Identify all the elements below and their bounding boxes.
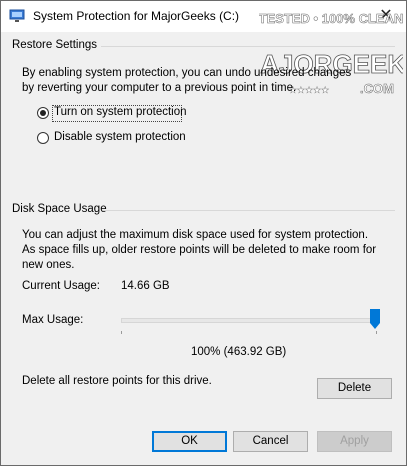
max-usage-slider-thumb[interactable] [370, 309, 380, 329]
disk-space-heading: Disk Space Usage [12, 203, 107, 215]
disk-space-divider [103, 210, 395, 211]
system-protection-dialog: System Protection for MajorGeeks (C:) ✕ … [0, 0, 407, 466]
cancel-button[interactable]: Cancel [233, 431, 308, 452]
slider-tick [376, 331, 377, 334]
window-title: System Protection for MajorGeeks (C:) [33, 9, 240, 23]
max-usage-label: Max Usage: [22, 314, 84, 326]
current-usage-value: 14.66 GB [121, 280, 170, 292]
max-usage-slider-track[interactable] [121, 318, 379, 323]
turn-on-protection-label[interactable]: Turn on system protection [54, 106, 187, 118]
current-usage-label: Current Usage: [22, 280, 100, 292]
disk-space-description: You can adjust the maximum disk space us… [22, 229, 377, 271]
turn-on-protection-radio[interactable] [37, 107, 49, 119]
disable-protection-label[interactable]: Disable system protection [54, 131, 186, 143]
delete-restore-points-text: Delete all restore points for this drive… [22, 375, 212, 387]
restore-settings-description: By enabling system protection, you can u… [22, 67, 352, 94]
watermark-line1: TESTED • 100% CLEAN [259, 11, 403, 26]
restore-settings-heading: Restore Settings [12, 39, 98, 51]
max-usage-readout: 100% (463.92 GB) [191, 346, 287, 358]
apply-button[interactable]: Apply [317, 431, 392, 452]
disable-protection-radio[interactable] [37, 132, 49, 144]
ok-button[interactable]: OK [152, 431, 227, 452]
watermark-line3: .COM [360, 81, 394, 96]
delete-button[interactable]: Delete [317, 378, 392, 399]
slider-tick [121, 331, 122, 334]
shield-pc-icon [9, 9, 25, 22]
slider-ticks [121, 331, 377, 335]
radio-selected-dot [40, 110, 46, 116]
restore-settings-divider [101, 46, 395, 47]
